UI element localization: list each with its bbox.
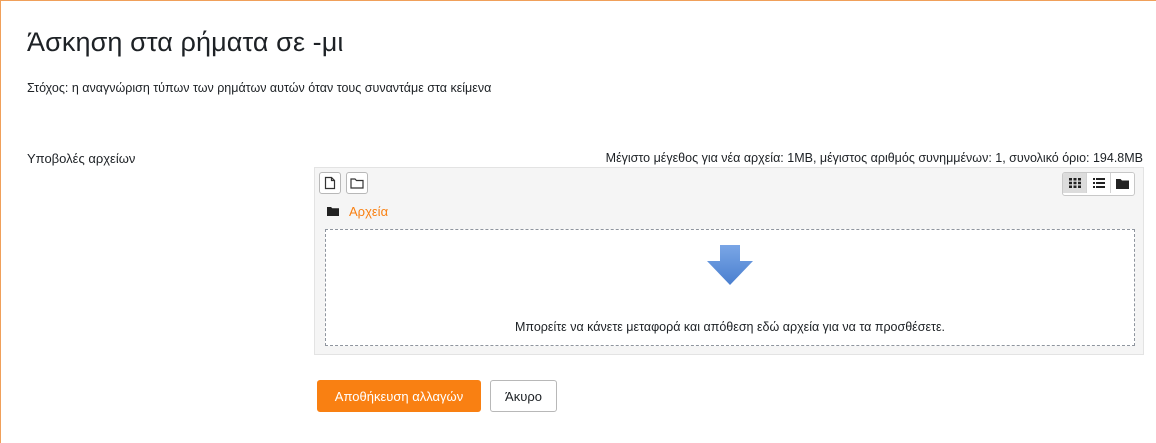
save-changes-button[interactable]: Αποθήκευση αλλαγών	[317, 380, 481, 412]
add-file-button[interactable]	[319, 172, 341, 194]
page-title: Άσκηση στα ρήματα σε -μι	[27, 27, 344, 57]
download-arrow-icon	[707, 245, 753, 285]
cancel-button[interactable]: Άκυρο	[490, 380, 557, 412]
view-switcher	[1062, 172, 1135, 196]
view-tree-button[interactable]	[1111, 173, 1134, 193]
breadcrumb-files-link[interactable]: Αρχεία	[349, 204, 388, 219]
create-folder-button[interactable]	[346, 172, 368, 194]
folder-icon	[327, 207, 339, 216]
folder-outline-icon	[350, 178, 364, 189]
file-manager: Αρχεία Μπορείτε να κάνετε μεταφορά και α…	[314, 167, 1144, 355]
upload-limits-text: Μέγιστο μέγεθος για νέα αρχεία: 1MB, μέγ…	[605, 151, 1143, 165]
view-icons-button[interactable]	[1063, 173, 1087, 193]
grid-icon	[1068, 178, 1081, 188]
file-submissions-label: Υποβολές αρχείων	[27, 151, 136, 166]
page-frame: Άσκηση στα ρήματα σε -μι Στόχος: η αναγν…	[0, 0, 1156, 443]
list-icon	[1092, 178, 1105, 188]
file-dropzone[interactable]: Μπορείτε να κάνετε μεταφορά και απόθεση …	[325, 229, 1135, 346]
dropzone-instructions: Μπορείτε να κάνετε μεταφορά και απόθεση …	[514, 320, 946, 334]
assignment-intro: Στόχος: η αναγνώριση τύπων των ρημάτων α…	[27, 81, 492, 95]
view-list-button[interactable]	[1087, 173, 1111, 193]
breadcrumb: Αρχεία	[327, 202, 388, 220]
file-icon	[324, 176, 336, 190]
folder-tree-icon	[1116, 178, 1129, 189]
